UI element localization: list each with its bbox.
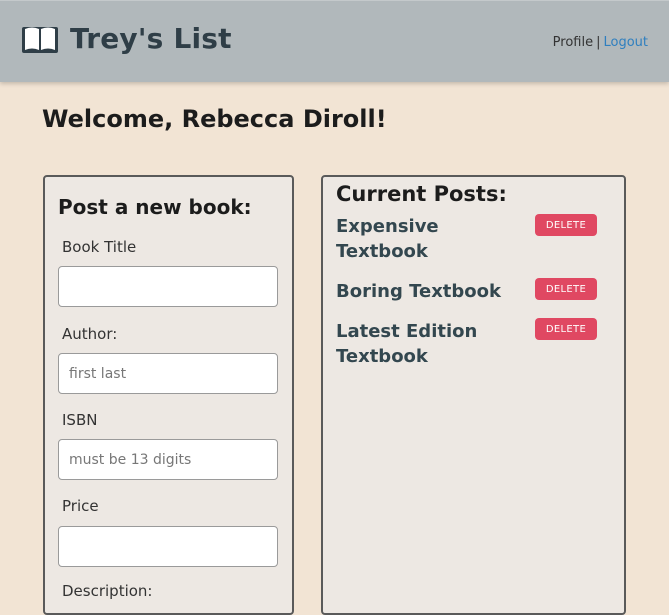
book-title-label: Book Title [62,238,137,256]
profile-link[interactable]: Profile [553,35,593,50]
isbn-input[interactable] [58,439,278,480]
logout-link[interactable]: Logout [603,35,648,50]
isbn-label: ISBN [62,411,98,429]
current-posts-panel: Current Posts: Expensive Textbook DELETE… [321,175,626,615]
form-title: Post a new book: [58,195,252,219]
post-title: Boring Textbook [336,281,501,302]
description-label: Description: [62,582,153,600]
delete-post-button[interactable]: DELETE [535,214,597,236]
delete-post-button[interactable]: DELETE [535,278,597,300]
brand-title[interactable]: Trey's List [70,22,232,55]
user-nav: Profile | Logout [553,35,648,50]
current-posts-title: Current Posts: [336,182,507,206]
author-label: Author: [62,325,118,343]
book-title-input[interactable] [58,266,278,307]
nav-separator: | [596,35,601,50]
post-title: Expensive Textbook [336,216,439,262]
price-input[interactable] [58,526,278,567]
price-label: Price [62,497,99,515]
post-book-form: Post a new book: Book Title Author: ISBN… [43,175,294,615]
top-navbar: Trey's List Profile | Logout [0,0,669,82]
author-input[interactable] [58,353,278,394]
open-book-icon [22,23,58,55]
welcome-heading: Welcome, Rebecca Diroll! [42,105,387,133]
delete-post-button[interactable]: DELETE [535,318,597,340]
post-title: Latest Edition Textbook [336,321,478,367]
